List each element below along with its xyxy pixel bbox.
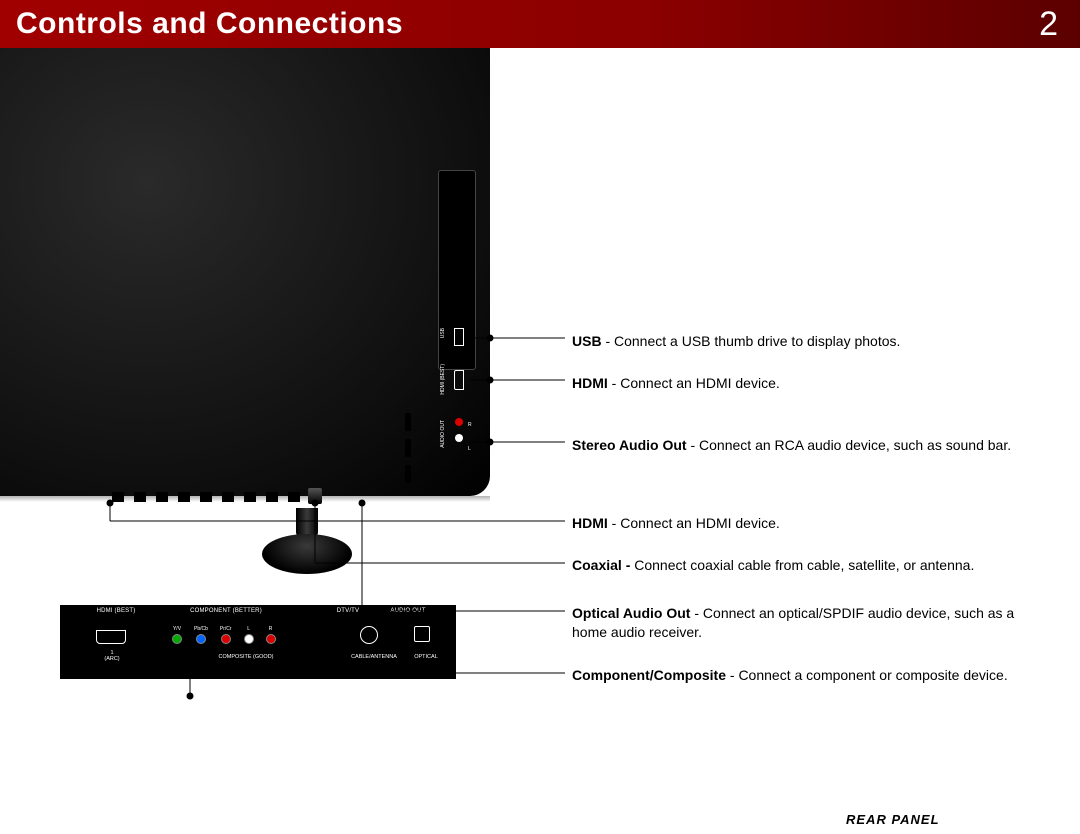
- side-audio-label: AUDIO OUT: [440, 420, 446, 448]
- desc-optical-bold: Optical Audio Out: [572, 605, 690, 621]
- rca-l-label: L: [247, 626, 250, 632]
- desc-hdmi-side-bold: HDMI: [572, 375, 608, 391]
- chapter-number: 2: [1039, 5, 1058, 44]
- bp-coax-sub: CABLE/ANTENNA: [346, 654, 402, 660]
- hdmi-bottom-port-icon: [96, 630, 126, 644]
- rca-yv-label: Y/V: [173, 626, 181, 632]
- side-usb-label: USB: [440, 328, 446, 338]
- tv-stand: [262, 508, 352, 588]
- tv-side-button: [405, 465, 411, 483]
- coax-connector-bump: [308, 488, 322, 504]
- page-content: USB HDMI (BEST) AUDIO OUT R L HDMI (BEST…: [0, 48, 1080, 834]
- tv-side-buttons: [405, 413, 411, 483]
- coax-port-icon: [360, 626, 378, 644]
- desc-stereo-text: - Connect an RCA audio device, such as s…: [687, 437, 1012, 453]
- desc-usb-bold: USB: [572, 333, 602, 349]
- rca-green-icon: [172, 634, 182, 644]
- tv-rear-body: [0, 48, 490, 496]
- rca-pbcb-label: Pb/Cb: [194, 626, 208, 632]
- desc-component-text: - Connect a component or composite devic…: [726, 667, 1008, 683]
- desc-hdmi-bottom-text: - Connect an HDMI device.: [608, 515, 780, 531]
- hdmi-side-port-icon: [452, 370, 466, 390]
- rca-prcr-label: Pr/Cr: [220, 626, 232, 632]
- desc-coax-bold: Coaxial -: [572, 557, 634, 573]
- hdmi-arc: (ARC): [104, 656, 119, 662]
- desc-stereo: Stereo Audio Out - Connect an RCA audio …: [572, 436, 1011, 455]
- desc-stereo-bold: Stereo Audio Out: [572, 437, 687, 453]
- bp-optical-sub: OPTICAL: [402, 654, 450, 660]
- side-audio-l: L: [468, 446, 471, 452]
- usb-port-icon: [452, 328, 466, 346]
- desc-usb: USB - Connect a USB thumb drive to displ…: [572, 332, 900, 351]
- audio-out-side-icon: [452, 418, 466, 442]
- bottom-port-panel: HDMI (BEST) COMPONENT (BETTER) DTV/TV AU…: [58, 603, 458, 681]
- desc-hdmi-bottom: HDMI - Connect an HDMI device.: [572, 514, 780, 533]
- rca-red2-icon: [266, 634, 276, 644]
- rca-white-icon: [244, 634, 254, 644]
- rca-r-label: R: [269, 626, 273, 632]
- desc-coax: Coaxial - Connect coaxial cable from cab…: [572, 556, 974, 575]
- tv-side-button: [405, 439, 411, 457]
- desc-hdmi-side: HDMI - Connect an HDMI device.: [572, 374, 780, 393]
- chapter-header: Controls and Connections 2: [0, 0, 1080, 48]
- chapter-title: Controls and Connections: [16, 7, 403, 41]
- component-rca-group: Y/V Pb/Cb Pr/Cr L R: [172, 626, 276, 644]
- desc-optical: Optical Audio Out - Connect an optical/S…: [572, 604, 1042, 642]
- bp-composite-sub: COMPOSITE (GOOD): [172, 654, 320, 660]
- desc-component-bold: Component/Composite: [572, 667, 726, 683]
- desc-hdmi-bottom-bold: HDMI: [572, 515, 608, 531]
- optical-port-icon: [414, 626, 430, 642]
- side-audio-r: R: [468, 422, 472, 428]
- desc-hdmi-side-text: - Connect an HDMI device.: [608, 375, 780, 391]
- tv-side-button: [405, 413, 411, 431]
- rca-blue-icon: [196, 634, 206, 644]
- desc-coax-text: Connect coaxial cable from cable, satell…: [634, 557, 974, 573]
- rca-red-icon: [221, 634, 231, 644]
- bottom-port-bumps: [112, 490, 372, 502]
- hdmi-bottom-sub: 1 (ARC): [82, 650, 142, 662]
- desc-component: Component/Composite - Connect a componen…: [572, 666, 1008, 685]
- desc-usb-text: - Connect a USB thumb drive to display p…: [602, 333, 901, 349]
- side-hdmi-label: HDMI (BEST): [440, 364, 446, 395]
- footer-rear-panel: REAR PANEL: [846, 812, 940, 827]
